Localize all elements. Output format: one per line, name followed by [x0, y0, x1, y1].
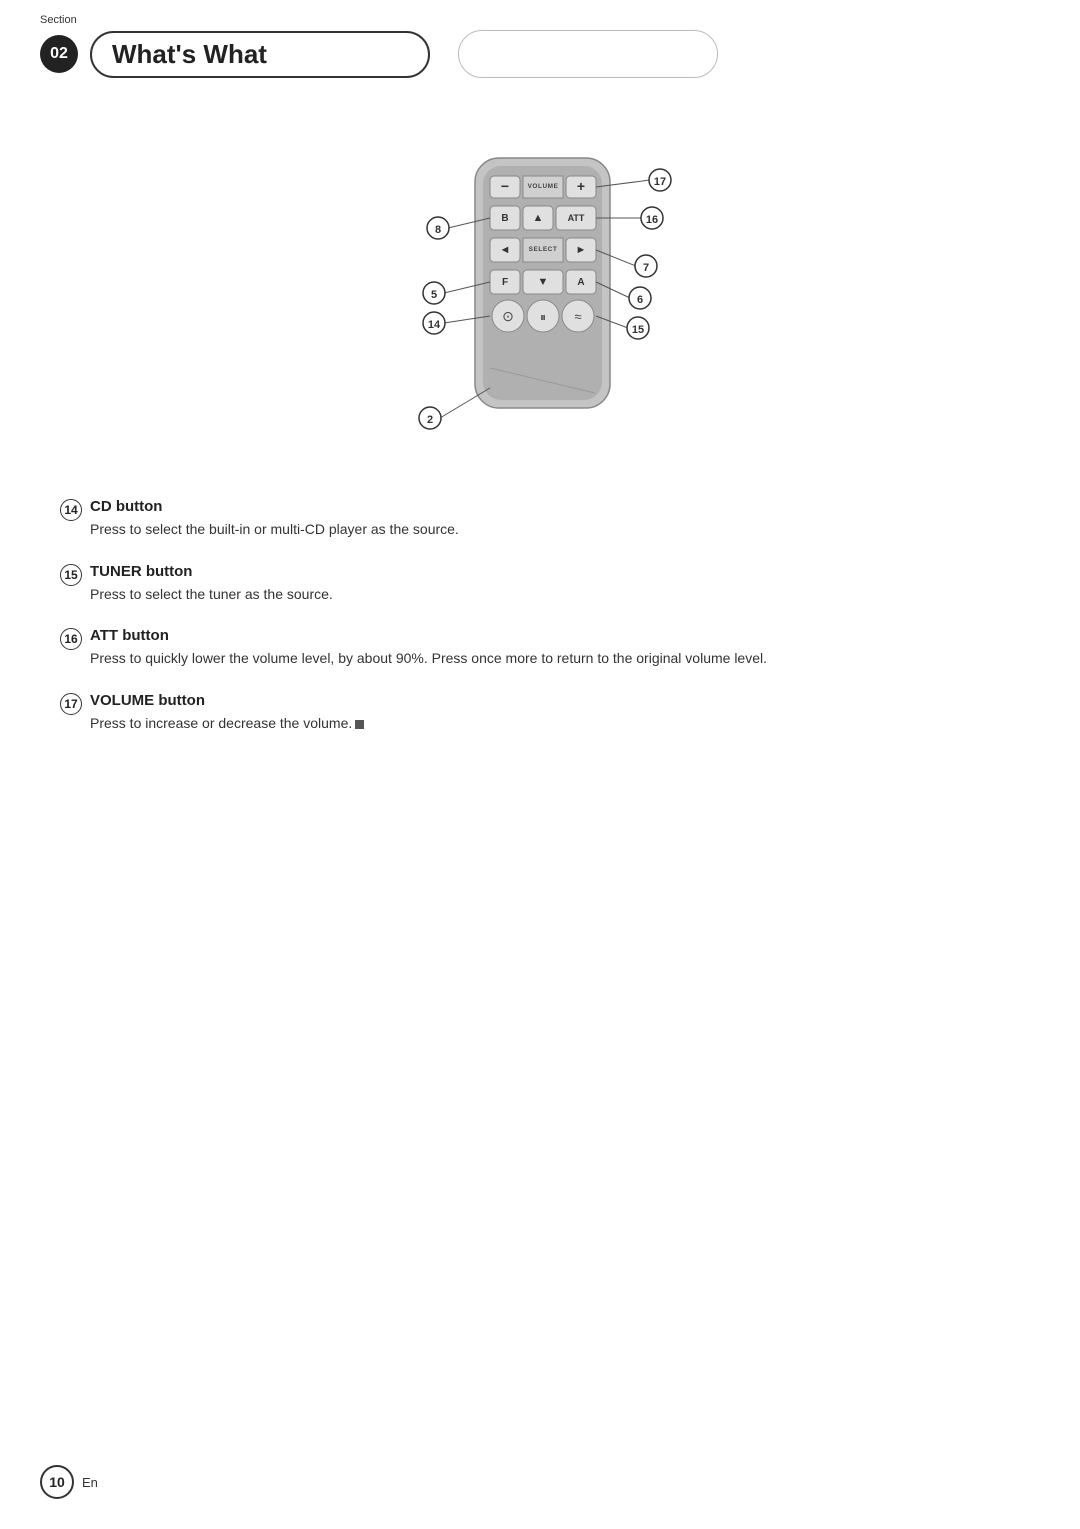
- section-badge: 02: [40, 35, 78, 73]
- desc-number-17: 17: [60, 693, 82, 715]
- svg-text:⏸: ⏸: [540, 310, 546, 324]
- desc-content-tuner: TUNER button Press to select the tuner a…: [90, 563, 1020, 606]
- desc-item-volume: 17 VOLUME button Press to increase or de…: [60, 692, 1020, 735]
- desc-text-volume: Press to increase or decrease the volume…: [90, 713, 1020, 735]
- svg-text:16: 16: [646, 214, 658, 226]
- svg-text:−: −: [501, 178, 509, 194]
- svg-text:◄: ◄: [500, 244, 511, 256]
- svg-text:A: A: [577, 277, 584, 288]
- desc-number-15: 15: [60, 564, 82, 586]
- title-pill: What's What: [90, 31, 430, 78]
- desc-title-volume: VOLUME button: [90, 692, 1020, 709]
- svg-text:▲: ▲: [533, 212, 544, 224]
- header-right-box: [458, 30, 718, 78]
- svg-text:B: B: [501, 213, 508, 224]
- desc-title-att: ATT button: [90, 627, 1020, 644]
- desc-number-16: 16: [60, 628, 82, 650]
- desc-text-cd: Press to select the built-in or multi-CD…: [90, 519, 1020, 541]
- svg-text:ATT: ATT: [568, 213, 585, 223]
- svg-text:17: 17: [654, 176, 666, 188]
- svg-text:8: 8: [435, 224, 441, 236]
- svg-text:VOLUME: VOLUME: [528, 183, 559, 190]
- svg-text:⊙: ⊙: [502, 308, 514, 324]
- svg-text:7: 7: [643, 262, 649, 274]
- svg-text:▼: ▼: [538, 276, 549, 288]
- desc-content-cd: CD button Press to select the built-in o…: [90, 498, 1020, 541]
- desc-title-tuner: TUNER button: [90, 563, 1020, 580]
- page-number: 10: [40, 1465, 74, 1499]
- svg-text:F: F: [502, 277, 508, 288]
- end-mark-icon: [355, 720, 364, 729]
- desc-item-att: 16 ATT button Press to quickly lower the…: [60, 627, 1020, 670]
- svg-text:+: +: [577, 178, 585, 194]
- svg-text:2: 2: [427, 414, 433, 426]
- desc-title-cd: CD button: [90, 498, 1020, 515]
- desc-number-14: 14: [60, 499, 82, 521]
- desc-text-tuner: Press to select the tuner as the source.: [90, 584, 1020, 606]
- footer: 10 En: [40, 1465, 98, 1499]
- svg-text:►: ►: [576, 244, 587, 256]
- svg-text:6: 6: [637, 294, 643, 306]
- desc-content-att: ATT button Press to quickly lower the vo…: [90, 627, 1020, 670]
- svg-text:5: 5: [431, 289, 437, 301]
- page-language: En: [82, 1475, 98, 1490]
- desc-text-att: Press to quickly lower the volume level,…: [90, 648, 1020, 670]
- descriptions-section: 14 CD button Press to select the built-i…: [60, 498, 1020, 735]
- desc-item-tuner: 15 TUNER button Press to select the tune…: [60, 563, 1020, 606]
- svg-text:≈: ≈: [574, 309, 581, 324]
- desc-item-cd: 14 CD button Press to select the built-i…: [60, 498, 1020, 541]
- svg-text:15: 15: [632, 324, 644, 336]
- desc-content-volume: VOLUME button Press to increase or decre…: [90, 692, 1020, 735]
- svg-text:SELECT: SELECT: [529, 246, 558, 253]
- svg-text:14: 14: [428, 319, 441, 331]
- section-label: Section: [40, 14, 1040, 26]
- remote-illustration: − VOLUME + B ▲ ATT ◄ SELECT ► F: [60, 138, 1020, 458]
